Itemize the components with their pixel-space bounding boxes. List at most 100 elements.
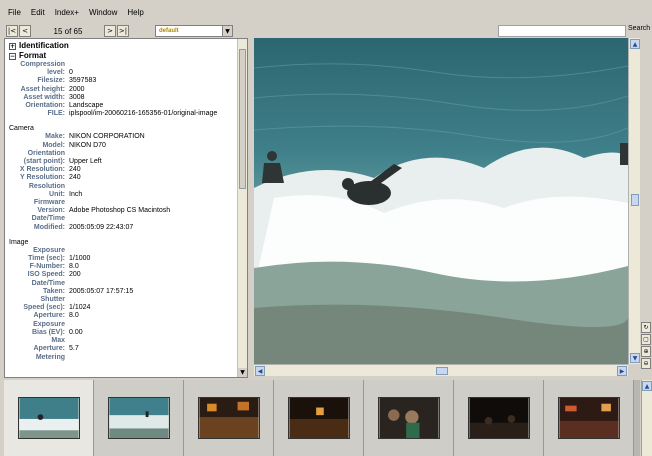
metadata-panel: + Identification − Format Compression lev… [4,38,248,378]
metadata-value: 1/1000 [69,255,91,263]
metadata-row: Exposure [9,247,237,255]
metadata-key: ISO Speed: [27,271,65,279]
fit-window-icon[interactable]: ▢ [641,334,651,345]
metadata-key: Time (sec): [28,255,65,263]
film-thumb[interactable] [364,380,454,456]
metadata-key: Exposure [33,320,65,328]
metadata-row: Version: Adobe Photoshop CS Macintosh [9,207,237,215]
metadata-key: F-Number: [29,263,65,271]
format-label: Format [19,51,47,60]
image-rows: Exposure Time (sec): 1/1000 F-Number: 8.0 ISO… [9,247,237,362]
metadata-key: Make: [45,133,65,141]
preset-select[interactable]: default ▼ [155,25,233,37]
viewer-vertical-scrollbar[interactable]: ▲ ▼ [628,38,640,364]
metadata-row: Orientation [9,150,237,158]
metadata-key: Taken: [42,287,65,295]
camera-rows: Make: NIKON CORPORATION Model: NIKON D70 Ori… [9,133,237,231]
search-input[interactable] [498,25,626,37]
metadata-value: Upper Left [69,158,102,166]
format-section[interactable]: − Format [9,51,237,61]
film-thumb[interactable] [454,380,544,456]
metadata-value: 2005:05:09 22:43:07 [69,223,134,231]
zoom-out-icon[interactable]: ⊖ [641,358,651,369]
filmstrip [4,380,640,456]
metadata-key: X Resolution: [19,166,65,174]
metadata-key: Resolution [28,182,65,190]
metadata-key: Max [51,337,65,345]
film-thumb[interactable] [184,380,274,456]
scroll-thumb[interactable] [239,49,246,189]
collapse-icon[interactable]: − [9,52,16,60]
filmstrip-scrollbar[interactable]: ▲ [641,380,652,456]
metadata-value: 2000 [69,85,85,93]
menu-file[interactable]: File [8,8,21,17]
rotate-icon[interactable]: ↻ [641,322,651,333]
image-viewer[interactable] [254,38,628,364]
metadata-row: Asset width: 3008 [9,94,237,102]
metadata-key: Orientation: [25,102,65,110]
metadata-row: Y Resolution: 240 [9,174,237,182]
metadata-value: 8.0 [69,263,79,271]
metadata-key: Firmware [33,199,65,207]
scroll-up-icon[interactable]: ▲ [642,381,652,391]
scroll-up-icon[interactable]: ▲ [630,39,640,49]
metadata-key: FILE: [47,110,66,118]
identification-section[interactable]: + Identification [9,41,237,51]
metadata-row: Time (sec): 1/1000 [9,255,237,263]
metadata-row: Firmware [9,199,237,207]
metadata-value: 2005:05:07 17:57:15 [69,287,134,295]
menu-index[interactable]: Index+ [55,8,79,17]
metadata-row: level: 0 [9,69,237,77]
metadata-key: Speed (sec): [23,304,65,312]
next-image-icon[interactable]: > [104,25,116,37]
menu-edit[interactable]: Edit [31,8,45,17]
film-thumb[interactable] [4,380,94,456]
search-button[interactable]: Search [628,25,650,32]
metadata-row: Filesize: 3597583 [9,77,237,85]
expand-icon[interactable]: + [9,42,16,50]
metadata-value: 3597583 [69,77,97,85]
camera-group-label: Camera [9,125,34,133]
scroll-down-icon[interactable]: ▼ [630,353,640,363]
scroll-right-icon[interactable]: ▶ [617,366,627,376]
metadata-value: iplspool/im-20060216-165356-01/original-… [69,110,218,118]
metadata-row: Exposure [9,321,237,329]
metadata-value: 240 [69,166,81,174]
metadata-row: Make: NIKON CORPORATION [9,133,237,141]
vertical-scroll-thumb[interactable] [631,194,639,206]
horizontal-scroll-thumb[interactable] [436,367,448,375]
metadata-scrollbar[interactable]: ▼ [237,39,247,377]
metadata-row: Max [9,337,237,345]
scroll-left-icon[interactable]: ◀ [255,366,265,376]
metadata-value: 3008 [69,93,85,101]
metadata-value: 0 [69,69,73,77]
metadata-row: Speed (sec): 1/1024 [9,304,237,312]
menu-help[interactable]: Help [127,8,143,17]
chevron-down-icon[interactable]: ▼ [222,26,232,36]
metadata-key: Model: [42,141,65,149]
metadata-row: Unit: Inch [9,191,237,199]
metadata-row: Model: NIKON D70 [9,142,237,150]
metadata-key: Asset height: [20,85,65,93]
menu-window[interactable]: Window [89,8,117,17]
image-group-label: Image [9,238,29,246]
metadata-key: Modified: [33,223,65,231]
previous-image-icon[interactable]: < [19,25,31,37]
zoom-in-icon[interactable]: ⊕ [641,346,651,357]
first-image-icon[interactable]: |< [6,25,18,37]
scroll-down-icon[interactable]: ▼ [238,368,247,377]
metadata-row: Bias (EV): 0.00 [9,329,237,337]
metadata-key: (start point): [23,158,65,166]
metadata-key: Date/Time [31,279,65,287]
metadata-row: Modified: 2005:05:09 22:43:07 [9,224,237,232]
film-thumb[interactable] [544,380,634,456]
last-image-icon[interactable]: >| [117,25,129,37]
metadata-row: F-Number: 8.0 [9,263,237,271]
metadata-row: ISO Speed: 200 [9,271,237,279]
viewer-horizontal-scrollbar[interactable]: ◀ ▶ [254,364,628,376]
thumb-surf-1 [17,397,80,439]
metadata-key: Shutter [40,296,66,304]
metadata-key: Orientation [27,149,65,157]
film-thumb[interactable] [94,380,184,456]
film-thumb[interactable] [274,380,364,456]
